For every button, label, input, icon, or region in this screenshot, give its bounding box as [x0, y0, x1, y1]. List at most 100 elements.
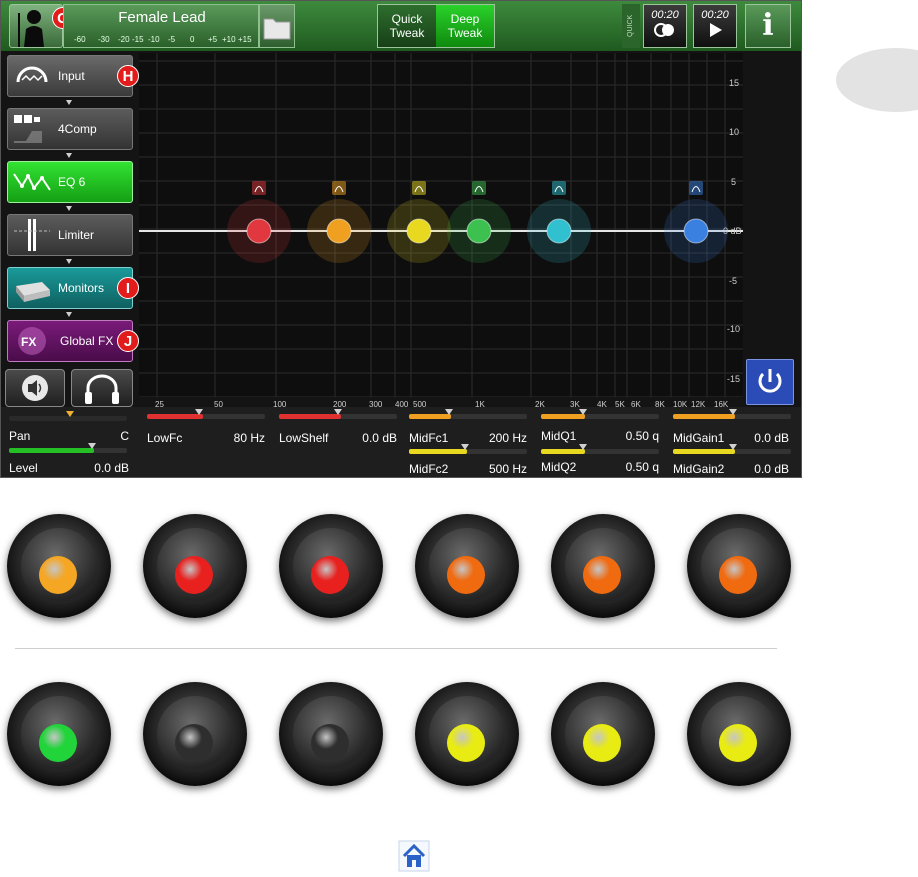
knob-led-indicator: [447, 556, 485, 594]
slider-thumb[interactable]: [579, 444, 587, 450]
eq-band-type-icon[interactable]: [472, 181, 486, 195]
chain-block-eq6[interactable]: EQ 6: [7, 161, 133, 203]
monitor-speaker-icon: [16, 282, 50, 302]
chain-block-monitors[interactable]: Monitors: [7, 267, 133, 309]
power-icon: [758, 369, 782, 393]
chain-block-global-fx[interactable]: FX Global FX: [7, 320, 133, 362]
headphones-icon: [85, 374, 119, 404]
pan-control[interactable]: Pan C: [5, 411, 135, 443]
top-bar: G Female Lead -60 -30 -20 -15 -10 -5 0 +…: [1, 1, 801, 51]
preset-name-box[interactable]: Female Lead -60 -30 -20 -15 -10 -5 0 +5 …: [63, 4, 259, 48]
callout-badge-h: H: [117, 65, 139, 87]
chain-block-input[interactable]: Input: [7, 55, 133, 97]
eq-curve-icon: [13, 173, 51, 191]
meter-tick-label: -30: [98, 35, 110, 44]
preset-folder-button[interactable]: [259, 4, 295, 48]
home-button[interactable]: [398, 840, 430, 872]
limiter-icon: [14, 219, 50, 251]
midq2-control[interactable]: MidQ2 0.50 q: [537, 442, 665, 474]
play-icon: [710, 23, 722, 37]
eq-band-lowfc-handle[interactable]: [246, 218, 272, 244]
eq-band-highshelf-handle[interactable]: [683, 218, 709, 244]
deep-tweak-button[interactable]: Deep Tweak: [436, 5, 494, 47]
midgain1-control[interactable]: MidGain1 0.0 dB: [669, 409, 795, 445]
chain-arrow-icon: [66, 259, 72, 264]
knob-row2: [143, 682, 247, 786]
chain-block-label: EQ 6: [58, 175, 86, 189]
slider-thumb[interactable]: [195, 409, 203, 415]
chain-arrow-icon: [66, 153, 72, 158]
eq-band-type-icon[interactable]: [332, 181, 346, 195]
knob-row1: [143, 514, 247, 618]
slider-thumb[interactable]: [334, 409, 342, 415]
speaker-monitor-button[interactable]: [5, 369, 65, 407]
callout-badge-i: I: [117, 277, 139, 299]
pan-slider-thumb[interactable]: [66, 411, 74, 417]
eq-band-type-icon[interactable]: [412, 181, 426, 195]
slider-thumb[interactable]: [579, 409, 587, 415]
headphone-monitor-button[interactable]: [71, 369, 133, 407]
midq1-control[interactable]: MidQ1 0.50 q: [537, 409, 665, 443]
eq-band-midfc3-handle[interactable]: [466, 218, 492, 244]
meter-tick-label: 0: [190, 35, 195, 44]
lowshelf-control[interactable]: LowShelf 0.0 dB: [275, 409, 403, 445]
chain-block-label: Global FX: [60, 334, 114, 348]
eq-power-button[interactable]: [746, 359, 794, 405]
capture-play-button[interactable]: 00:20: [693, 4, 737, 48]
eq-y-label: 5: [731, 177, 737, 187]
capture-record-icon: [654, 23, 674, 37]
param-value: 0.50 q: [625, 460, 659, 474]
lowfc-control[interactable]: LowFc 80 Hz: [143, 409, 271, 445]
param-value: 0.0 dB: [94, 461, 129, 475]
info-button[interactable]: i: [745, 4, 791, 48]
knob-row1: [7, 514, 111, 618]
param-name: Level: [9, 461, 38, 475]
knob-led-indicator: [39, 556, 77, 594]
folder-icon: [263, 18, 291, 40]
param-name: LowFc: [147, 431, 183, 445]
knob-led-indicator: [719, 724, 757, 762]
knob-row2: [551, 682, 655, 786]
slider-thumb[interactable]: [729, 444, 737, 450]
chain-block-4comp[interactable]: 4Comp: [7, 108, 133, 150]
meter-tick-label: +5: [208, 35, 218, 44]
speaker-icon: [22, 375, 48, 401]
eq-band-type-icon[interactable]: [689, 181, 703, 195]
eq-graph[interactable]: [139, 53, 743, 398]
chain-block-label: 4Comp: [58, 122, 97, 136]
meter-tick-label: -5: [168, 35, 176, 44]
slider-thumb[interactable]: [461, 444, 469, 450]
capture-record-button[interactable]: 00:20: [643, 4, 687, 48]
knob-led-indicator: [583, 724, 621, 762]
knob-row2: [687, 682, 791, 786]
quick-tweak-button[interactable]: Quick Tweak: [378, 5, 436, 47]
eq-band-type-icon[interactable]: [552, 181, 566, 195]
midfc1-control[interactable]: MidFc1 200 Hz: [405, 409, 533, 445]
eq-band-highfc-handle[interactable]: [546, 218, 572, 244]
meter-tick-label: -15: [132, 35, 144, 44]
knob-led-indicator: [175, 724, 213, 762]
slider-thumb[interactable]: [729, 409, 737, 415]
eq-y-label: 10: [729, 127, 740, 137]
meter-tick-label: -60: [74, 35, 86, 44]
meter-tick-label: -20: [118, 35, 130, 44]
midgain2-control[interactable]: MidGain2 0.0 dB: [669, 442, 795, 476]
meter-tick-label: -10: [148, 35, 160, 44]
meter-tick-label: +10: [222, 35, 236, 44]
chain-block-label: Monitors: [58, 281, 105, 295]
eq-band-midfc1-handle[interactable]: [326, 218, 352, 244]
tweak-mode-toggle: Quick Tweak Deep Tweak: [377, 4, 495, 48]
level-control[interactable]: Level 0.0 dB: [5, 443, 135, 475]
eq-y-label: 0 dB: [723, 226, 742, 236]
eq-band-midfc2-handle[interactable]: [406, 218, 432, 244]
level-slider-thumb[interactable]: [88, 443, 96, 449]
knob-row1: [551, 514, 655, 618]
chain-block-label: Input: [58, 69, 85, 83]
chain-block-limiter[interactable]: Limiter: [7, 214, 133, 256]
midfc2-control[interactable]: MidFc2 500 Hz: [405, 442, 533, 476]
param-value: 0.50 q: [625, 429, 659, 443]
slider-thumb[interactable]: [445, 409, 453, 415]
eq-band-type-icon[interactable]: [252, 181, 266, 195]
eq-graph-canvas[interactable]: [139, 53, 743, 398]
knob-row2: [7, 682, 111, 786]
